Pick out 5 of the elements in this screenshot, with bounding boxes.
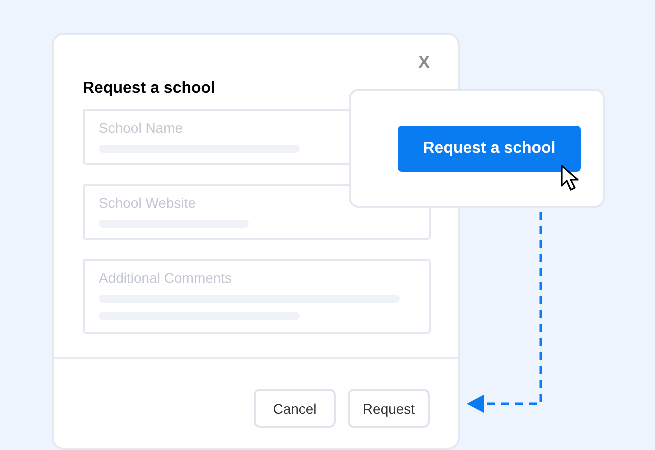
request-school-button[interactable]: Request a school bbox=[398, 126, 581, 172]
request-button[interactable]: Request bbox=[348, 389, 430, 428]
close-button[interactable]: X bbox=[418, 53, 430, 77]
dialog-title: Request a school bbox=[83, 79, 216, 99]
cancel-button[interactable]: Cancel bbox=[254, 389, 336, 428]
